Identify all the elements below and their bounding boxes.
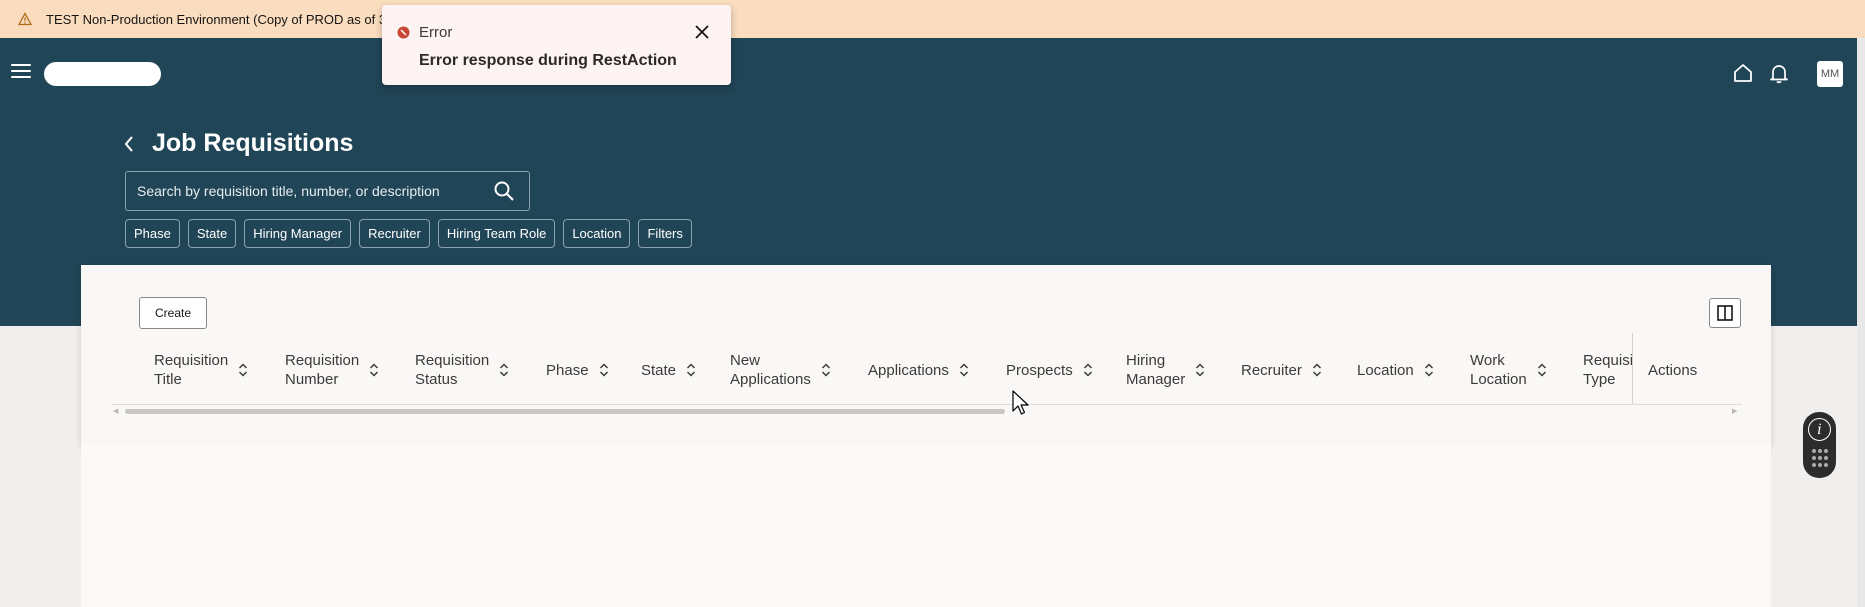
help-widget[interactable]: i [1803, 412, 1836, 478]
toast-title: Error [419, 24, 453, 41]
back-chevron-icon[interactable] [122, 134, 136, 154]
sort-icon[interactable] [821, 363, 831, 377]
sort-icon[interactable] [1312, 363, 1322, 377]
error-toast: Error Error response during RestAction [382, 5, 731, 85]
column-header-requisition-title[interactable]: Requisition Title [154, 350, 248, 390]
create-button[interactable]: Create [139, 297, 207, 329]
sort-icon[interactable] [686, 363, 696, 377]
filter-chip-state[interactable]: State [187, 219, 237, 248]
column-header-location[interactable]: Location [1357, 350, 1434, 390]
environment-banner-text: TEST Non-Production Environment (Copy of… [46, 11, 390, 27]
column-header-actions: Actions [1648, 361, 1698, 379]
filter-chip-hiring-manager[interactable]: Hiring Manager [244, 219, 352, 248]
sort-icon[interactable] [1083, 363, 1093, 377]
sort-icon[interactable] [1195, 363, 1205, 377]
sort-icon[interactable] [599, 363, 609, 377]
toast-message: Error response during RestAction [419, 52, 677, 69]
page-title: Job Requisitions [152, 129, 354, 157]
column-header-requisition-status[interactable]: Requisition Status [415, 350, 509, 390]
search-input[interactable] [126, 183, 493, 199]
scroll-left-arrow-icon[interactable]: ◀ [113, 407, 118, 415]
column-header-work-location[interactable]: Work Location [1470, 350, 1547, 390]
page-scrollbar[interactable] [1857, 38, 1865, 607]
column-header-recruiter[interactable]: Recruiter [1241, 350, 1322, 390]
home-icon[interactable] [1732, 62, 1754, 84]
column-header-requisition-number[interactable]: Requisition Number [285, 350, 379, 390]
company-logo [44, 62, 161, 86]
sort-icon[interactable] [1424, 363, 1434, 377]
user-avatar[interactable]: MM [1817, 61, 1843, 87]
sort-icon[interactable] [238, 363, 248, 377]
column-header-requisition-type[interactable]: Requisi Type [1583, 350, 1632, 390]
column-header-new-applications[interactable]: New Applications [730, 350, 831, 390]
column-header-phase[interactable]: Phase [546, 350, 609, 390]
column-divider [1632, 333, 1633, 405]
filter-chip-recruiter[interactable]: Recruiter [359, 219, 430, 248]
sort-icon[interactable] [369, 363, 379, 377]
filter-chips: Phase State Hiring Manager Recruiter Hir… [125, 219, 692, 248]
filter-chip-filters[interactable]: Filters [638, 219, 692, 248]
column-panel-button[interactable] [1709, 298, 1741, 328]
menu-icon[interactable] [11, 64, 31, 80]
warning-icon [18, 12, 32, 26]
notifications-bell-icon[interactable] [1768, 62, 1790, 84]
info-icon[interactable]: i [1808, 418, 1831, 441]
column-header-applications[interactable]: Applications [868, 350, 969, 390]
requisition-search[interactable] [125, 171, 530, 211]
content-area [81, 445, 1771, 607]
environment-banner: TEST Non-Production Environment (Copy of… [0, 0, 1865, 38]
sort-icon[interactable] [959, 363, 969, 377]
close-icon[interactable] [691, 21, 713, 43]
filter-chip-hiring-team-role[interactable]: Hiring Team Role [437, 219, 556, 248]
filter-chip-phase[interactable]: Phase [125, 219, 180, 248]
filter-chip-location[interactable]: Location [563, 219, 631, 248]
header-row-border [112, 404, 1742, 405]
sort-icon[interactable] [1537, 363, 1547, 377]
error-icon [397, 26, 410, 39]
column-header-prospects[interactable]: Prospects [1006, 350, 1093, 390]
column-header-state[interactable]: State [641, 350, 696, 390]
scroll-right-arrow-icon[interactable]: ▶ [1732, 407, 1737, 415]
sort-icon[interactable] [499, 363, 509, 377]
mouse-cursor-icon [1012, 390, 1029, 415]
search-icon[interactable] [493, 180, 515, 202]
split-panel-icon [1717, 305, 1733, 321]
horizontal-scrollbar-thumb[interactable] [125, 409, 1005, 414]
column-header-hiring-manager[interactable]: Hiring Manager [1126, 350, 1205, 390]
keypad-icon[interactable] [1811, 448, 1829, 468]
